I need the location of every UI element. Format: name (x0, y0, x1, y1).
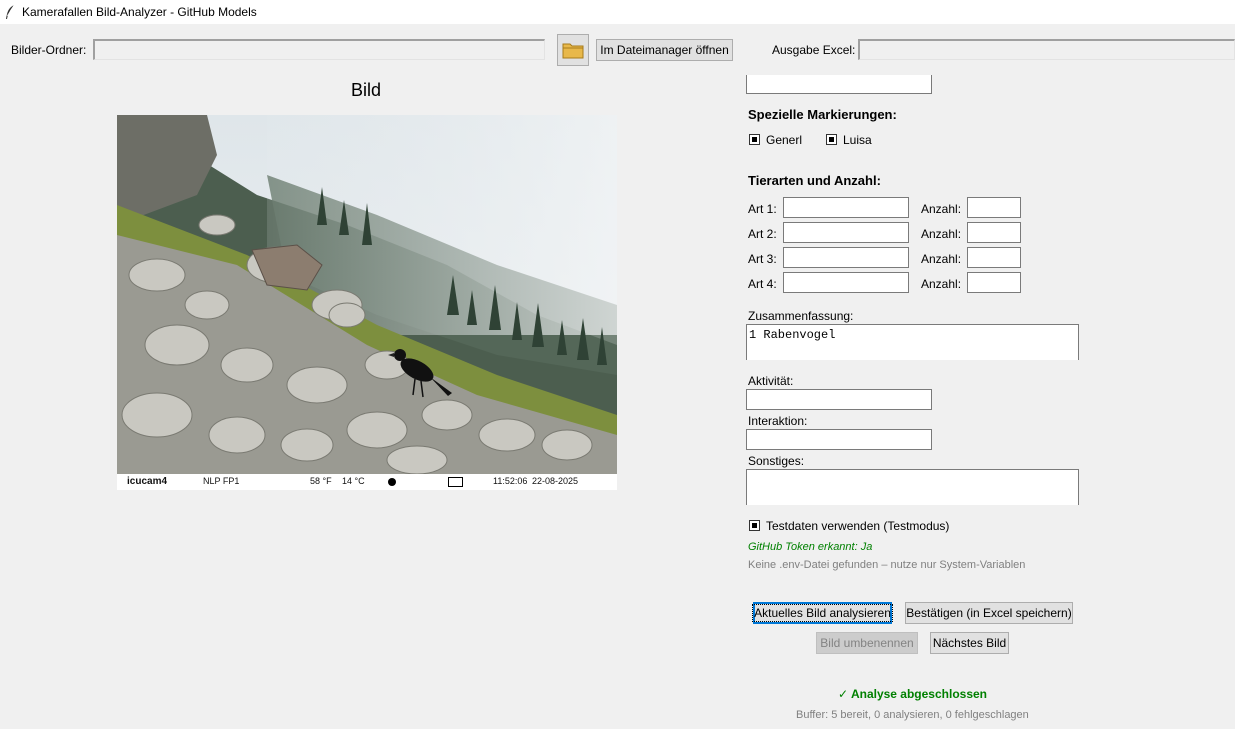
moon-phase-icon (388, 478, 396, 486)
count-label-3: Anzahl: (921, 252, 962, 266)
env-status: Keine .env-Datei gefunden – nutze nur Sy… (748, 559, 1026, 571)
species-input-3[interactable] (783, 247, 909, 268)
species-label-3: Art 3: (748, 252, 777, 266)
image-title: Bild (351, 80, 382, 100)
luisa-checkbox[interactable] (826, 134, 837, 145)
camera-image (117, 115, 617, 490)
count-input-2[interactable] (967, 222, 1021, 243)
confirm-button[interactable]: Bestätigen (in Excel speichern) (905, 602, 1073, 624)
test-mode-checkbox[interactable] (749, 520, 760, 531)
species-label-4: Art 4: (748, 277, 777, 291)
special-marks-heading: Spezielle Markierungen: (748, 107, 897, 122)
species-label-2: Art 2: (748, 227, 777, 241)
camera-info-strip: icucam4 NLP FP1 58 °F 14 °C 11:52:06 22-… (117, 474, 617, 490)
misc-label: Sonstiges: (748, 454, 805, 468)
test-mode-label: Testdaten verwenden (Testmodus) (766, 519, 950, 533)
camera-temp-c: 14 °C (342, 476, 365, 486)
summary-label: Zusammenfassung: (748, 309, 854, 323)
camera-temp-f: 58 °F (310, 476, 332, 486)
analysis-status: ✓ Analyse abgeschlossen (838, 687, 988, 701)
species-heading: Tierarten und Anzahl: (748, 173, 881, 188)
camera-date: 22-08-2025 (532, 476, 579, 486)
species-input-1[interactable] (783, 197, 909, 218)
partial-top-input[interactable] (746, 75, 932, 94)
count-input-1[interactable] (967, 197, 1021, 218)
species-input-2[interactable] (783, 222, 909, 243)
battery-icon (448, 477, 463, 487)
count-input-3[interactable] (967, 247, 1021, 268)
count-label-4: Anzahl: (921, 277, 962, 291)
folder-label: Bilder-Ordner: (11, 43, 87, 57)
activity-label: Aktivität: (748, 374, 794, 388)
interaction-input[interactable] (746, 429, 932, 450)
activity-input[interactable] (746, 389, 932, 410)
analyze-button[interactable]: Aktuelles Bild analysieren (752, 602, 893, 624)
folder-input[interactable] (93, 39, 545, 60)
luisa-label: Luisa (843, 133, 872, 147)
species-label-1: Art 1: (748, 202, 777, 216)
excel-input[interactable] (858, 39, 1235, 60)
misc-textarea[interactable] (746, 469, 1079, 505)
camera-time: 11:52:06 (493, 476, 528, 486)
camera-brand: icucam4 (127, 476, 168, 487)
next-image-button[interactable]: Nächstes Bild (930, 632, 1009, 654)
generl-label: Generl (766, 133, 803, 147)
folder-icon (562, 43, 584, 59)
count-label-1: Anzahl: (921, 202, 962, 216)
token-status: GitHub Token erkannt: Ja (748, 541, 873, 553)
species-input-4[interactable] (783, 272, 909, 293)
count-input-4[interactable] (967, 272, 1021, 293)
analyze-button-label: Aktuelles Bild analysieren (752, 604, 893, 622)
summary-textarea[interactable]: 1 Rabenvogel (746, 324, 1079, 360)
camera-location: NLP FP1 (203, 476, 240, 486)
interaction-label: Interaktion: (748, 414, 808, 428)
window-title: Kamerafallen Bild-Analyzer - GitHub Mode… (22, 5, 257, 19)
buffer-status: Buffer: 5 bereit, 0 analysieren, 0 fehlg… (796, 709, 1029, 721)
generl-checkbox[interactable] (749, 134, 760, 145)
feather-icon (6, 4, 15, 19)
count-label-2: Anzahl: (921, 227, 962, 241)
browse-folder-button[interactable] (557, 34, 589, 66)
rename-button[interactable]: Bild umbenennen (816, 632, 918, 654)
open-filemanager-button[interactable]: Im Dateimanager öffnen (596, 39, 733, 61)
excel-label: Ausgabe Excel: (772, 43, 856, 57)
